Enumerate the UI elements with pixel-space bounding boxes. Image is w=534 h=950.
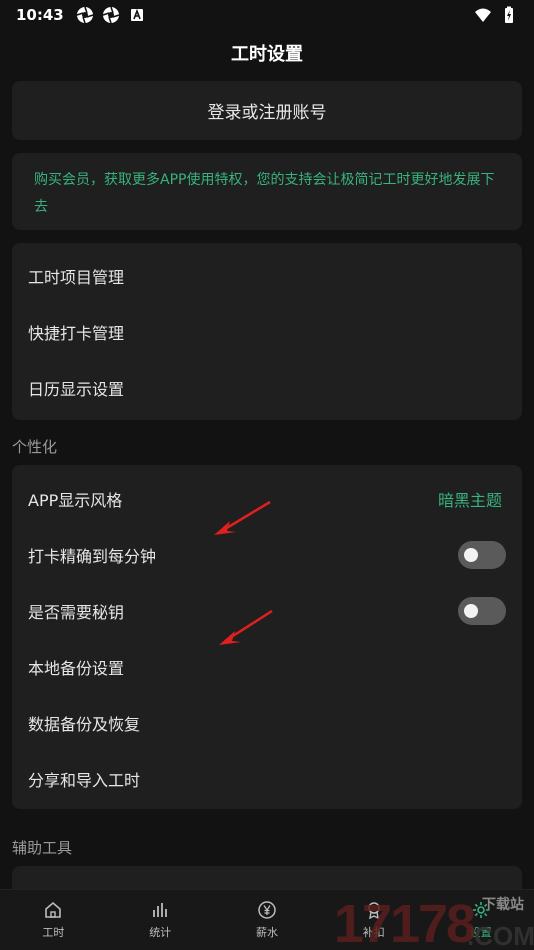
menu-item-quick-punch[interactable]: 快捷打卡管理 [12,304,522,360]
menu-item-punch-per-minute: 打卡精确到每分钟 [12,527,522,583]
nav-item-label: 薪水 [255,926,278,939]
aperture-icon [102,6,119,24]
nav-item-salary[interactable]: 薪水 [214,890,321,950]
menu-item-label: APP显示风格 [28,491,123,510]
stats-icon [153,903,168,917]
menu-item-label: 工时项目管理 [28,268,125,287]
section-title-tools: 辅助工具 [12,839,73,857]
menu-item-label: 本地备份设置 [28,659,125,678]
aperture-icon [76,6,93,24]
menu-item-project-management[interactable]: 工时项目管理 [12,248,522,304]
login-register-button[interactable]: 登录或注册账号 [12,81,522,140]
menu-group-personalization: APP显示风格 暗黑主题 打卡精确到每分钟 是否需要秘钥 本地备份设置 数据备份… [12,465,522,809]
nav-item-label: 设置 [469,926,492,939]
nav-item-label: 工时 [42,926,65,939]
section-title-personalization: 个性化 [12,438,58,456]
gear-icon [472,902,489,918]
status-bar: 10:43 [0,0,534,30]
require-key-toggle[interactable] [458,597,506,625]
menu-item-require-key: 是否需要秘钥 [12,583,522,639]
nav-item-deduction[interactable]: 补扣 [320,890,427,950]
nav-item-label: 统计 [149,926,172,939]
menu-item-calendar-display[interactable]: 日历显示设置 [12,360,522,416]
home-icon [45,901,62,918]
wifi-icon [475,8,491,22]
yen-icon [258,901,276,919]
menu-item-app-theme[interactable]: APP显示风格 暗黑主题 [12,471,522,527]
battery-charging-icon [505,6,513,23]
nav-item-worktime[interactable]: 工时 [0,890,107,950]
nav-item-settings[interactable]: 设置 [427,890,534,950]
menu-item-data-backup-restore[interactable]: 数据备份及恢复 [12,695,522,751]
status-time: 10:43 [16,6,64,24]
menu-item-label: 快捷打卡管理 [28,324,125,343]
app-a-icon [130,8,143,21]
menu-item-label: 是否需要秘钥 [28,603,125,622]
page-title: 工时设置 [231,44,303,65]
badge-icon [368,902,380,920]
vip-promo-banner[interactable]: 购买会员，获取更多APP使用特权，您的支持会让极简记工时更好地发展下去 [12,153,522,230]
menu-item-share-import[interactable]: 分享和导入工时 [12,751,522,807]
menu-item-local-backup[interactable]: 本地备份设置 [12,639,522,695]
vip-promo-text: 购买会员，获取更多APP使用特权，您的支持会让极简记工时更好地发展下去 [34,172,495,215]
nav-item-label: 补扣 [362,926,385,939]
menu-item-label: 打卡精确到每分钟 [28,547,157,566]
menu-group-tools [12,866,522,890]
bottom-navigation: 工时 统计 薪水 补扣 设置 [0,889,534,950]
punch-per-minute-toggle[interactable] [458,541,506,569]
login-register-label: 登录或注册账号 [207,103,327,123]
menu-group-general: 工时项目管理 快捷打卡管理 日历显示设置 [12,243,522,420]
menu-item-label: 数据备份及恢复 [28,715,141,734]
theme-value: 暗黑主题 [437,491,502,510]
menu-item-label: 日历显示设置 [28,380,125,399]
menu-item-label: 分享和导入工时 [28,771,141,790]
nav-item-statistics[interactable]: 统计 [107,890,214,950]
